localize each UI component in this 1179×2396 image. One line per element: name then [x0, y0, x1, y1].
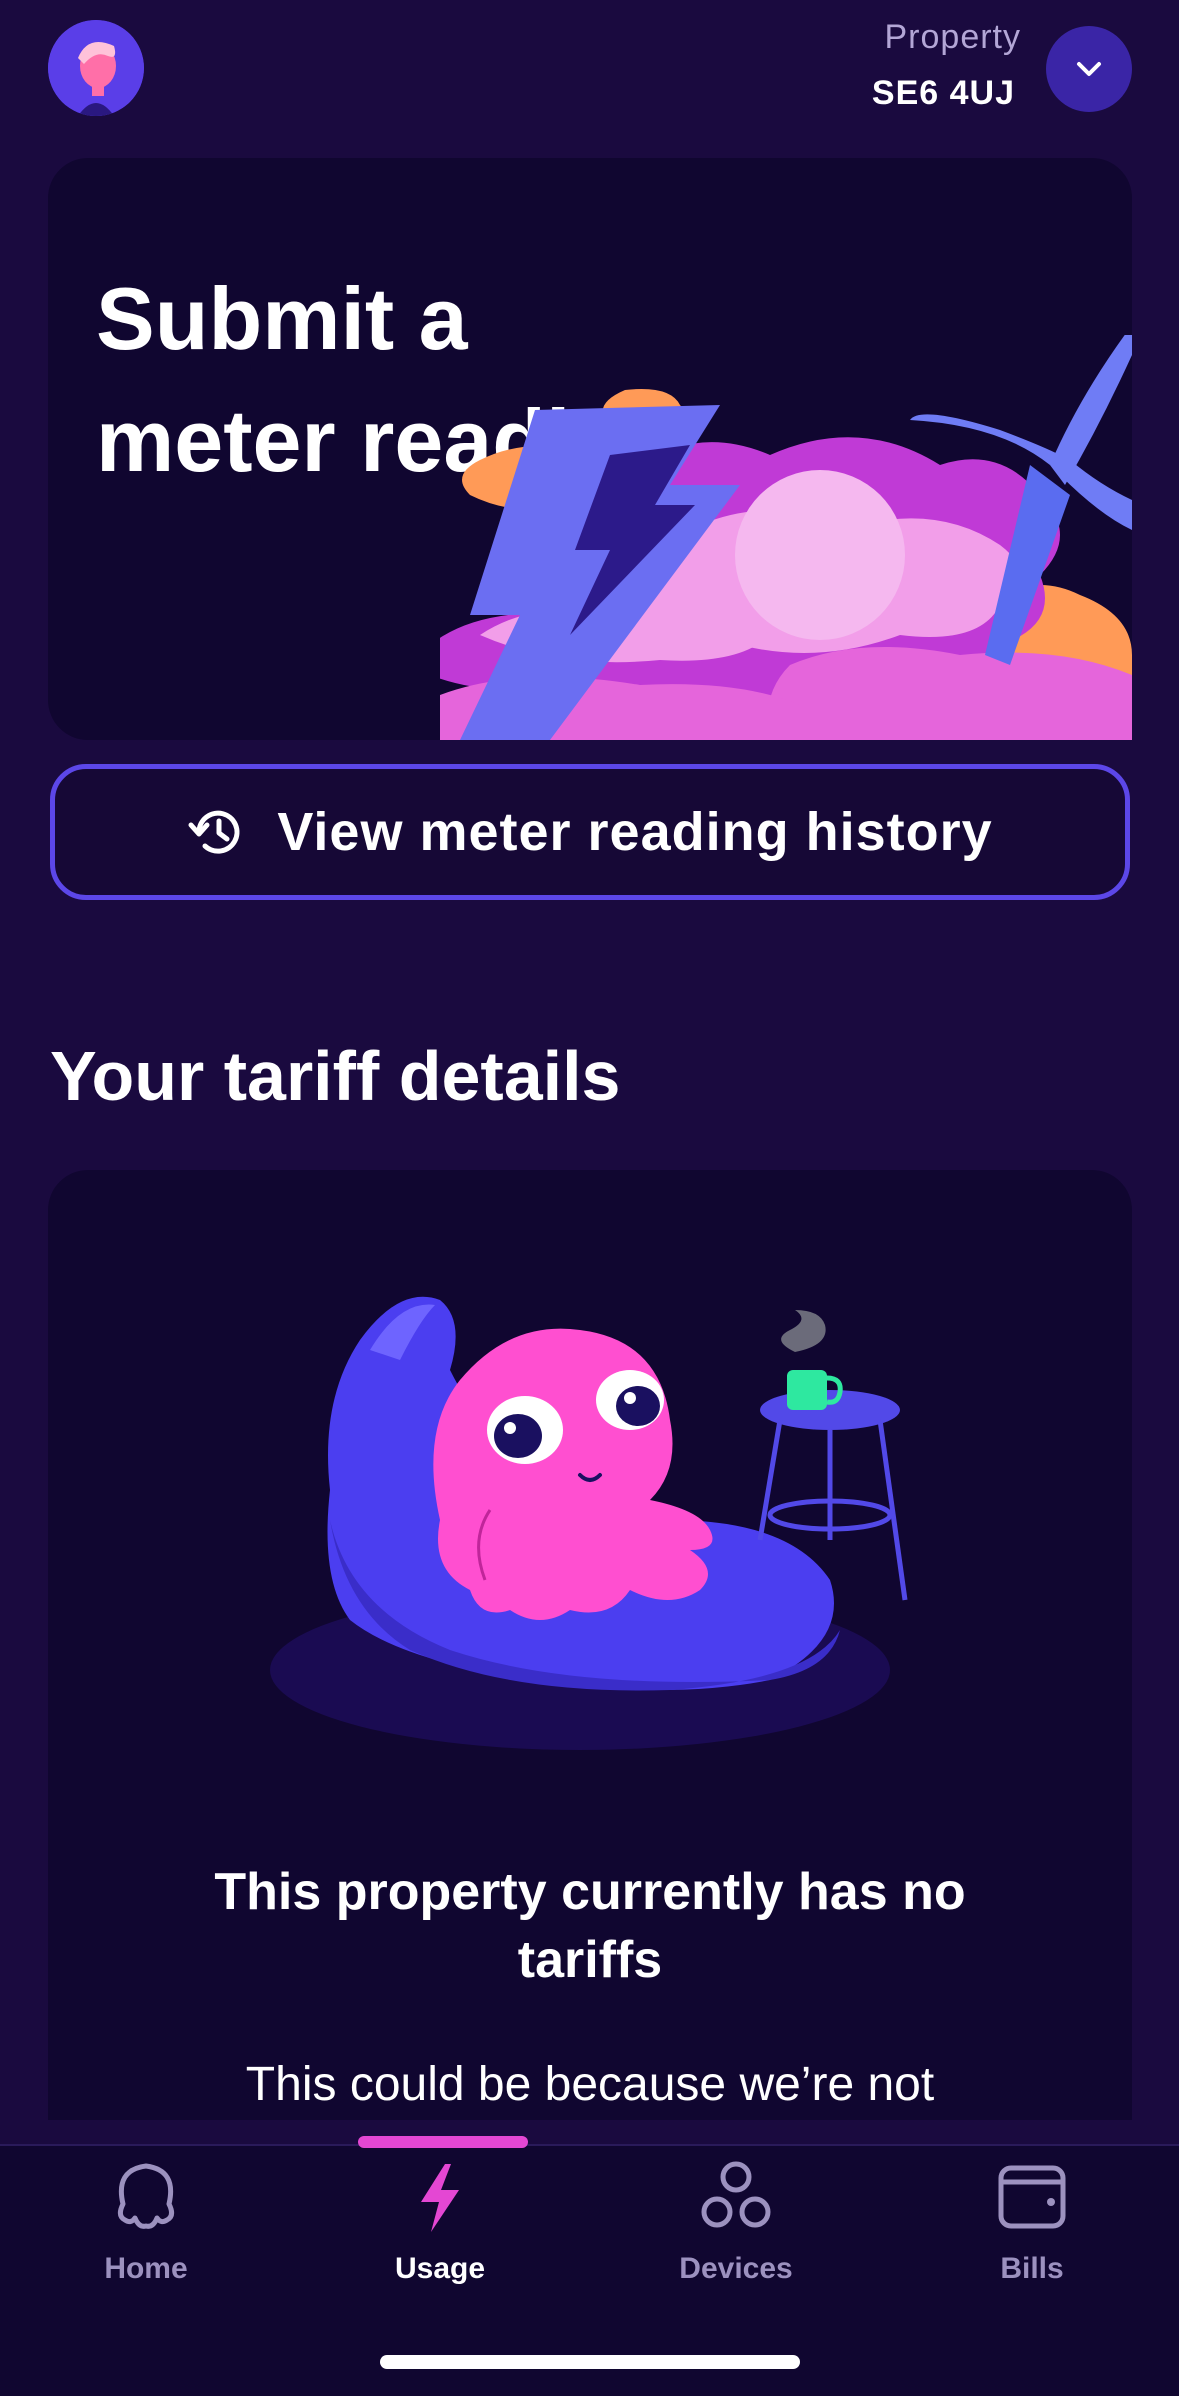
chevron-down-icon: [1077, 62, 1101, 76]
property-label: Property: [884, 18, 1021, 56]
wallet-icon: [998, 2165, 1066, 2229]
history-icon: [188, 810, 240, 854]
tab-devices-label: Devices: [679, 2252, 793, 2285]
header: Property SE6 4UJ: [0, 0, 1179, 150]
home-indicator[interactable]: [380, 2355, 800, 2369]
lightning-icon: [421, 2164, 459, 2232]
active-tab-indicator: [358, 2136, 528, 2148]
no-tariffs-heading: This property currently has no tariffs: [214, 1863, 966, 1989]
avatar-icon: [48, 20, 144, 116]
tariff-section-title: Your tariff details: [50, 1037, 621, 1115]
property-dropdown-button[interactable]: [1046, 26, 1132, 112]
tab-devices[interactable]: Devices: [636, 2160, 836, 2300]
view-meter-history-label: View meter reading history: [277, 802, 993, 862]
tab-usage-label: Usage: [394, 2252, 486, 2285]
devices-icon: [701, 2161, 771, 2228]
avatar[interactable]: [48, 20, 144, 116]
tab-home[interactable]: Home: [46, 2160, 246, 2300]
energy-illustration: [440, 335, 1132, 740]
octopus-illustration: [270, 1296, 908, 1750]
octopus-icon: [117, 2163, 175, 2229]
property-value[interactable]: SE6 4UJ: [872, 74, 1015, 113]
tab-bills[interactable]: Bills: [932, 2160, 1132, 2300]
view-meter-history-button[interactable]: View meter reading history: [50, 764, 1130, 900]
tab-usage[interactable]: Usage: [340, 2160, 540, 2300]
tab-home-label: Home: [104, 2252, 188, 2285]
tab-bills-label: Bills: [1000, 2252, 1064, 2285]
no-tariffs-body: This could be because we’re not: [245, 2058, 935, 2111]
